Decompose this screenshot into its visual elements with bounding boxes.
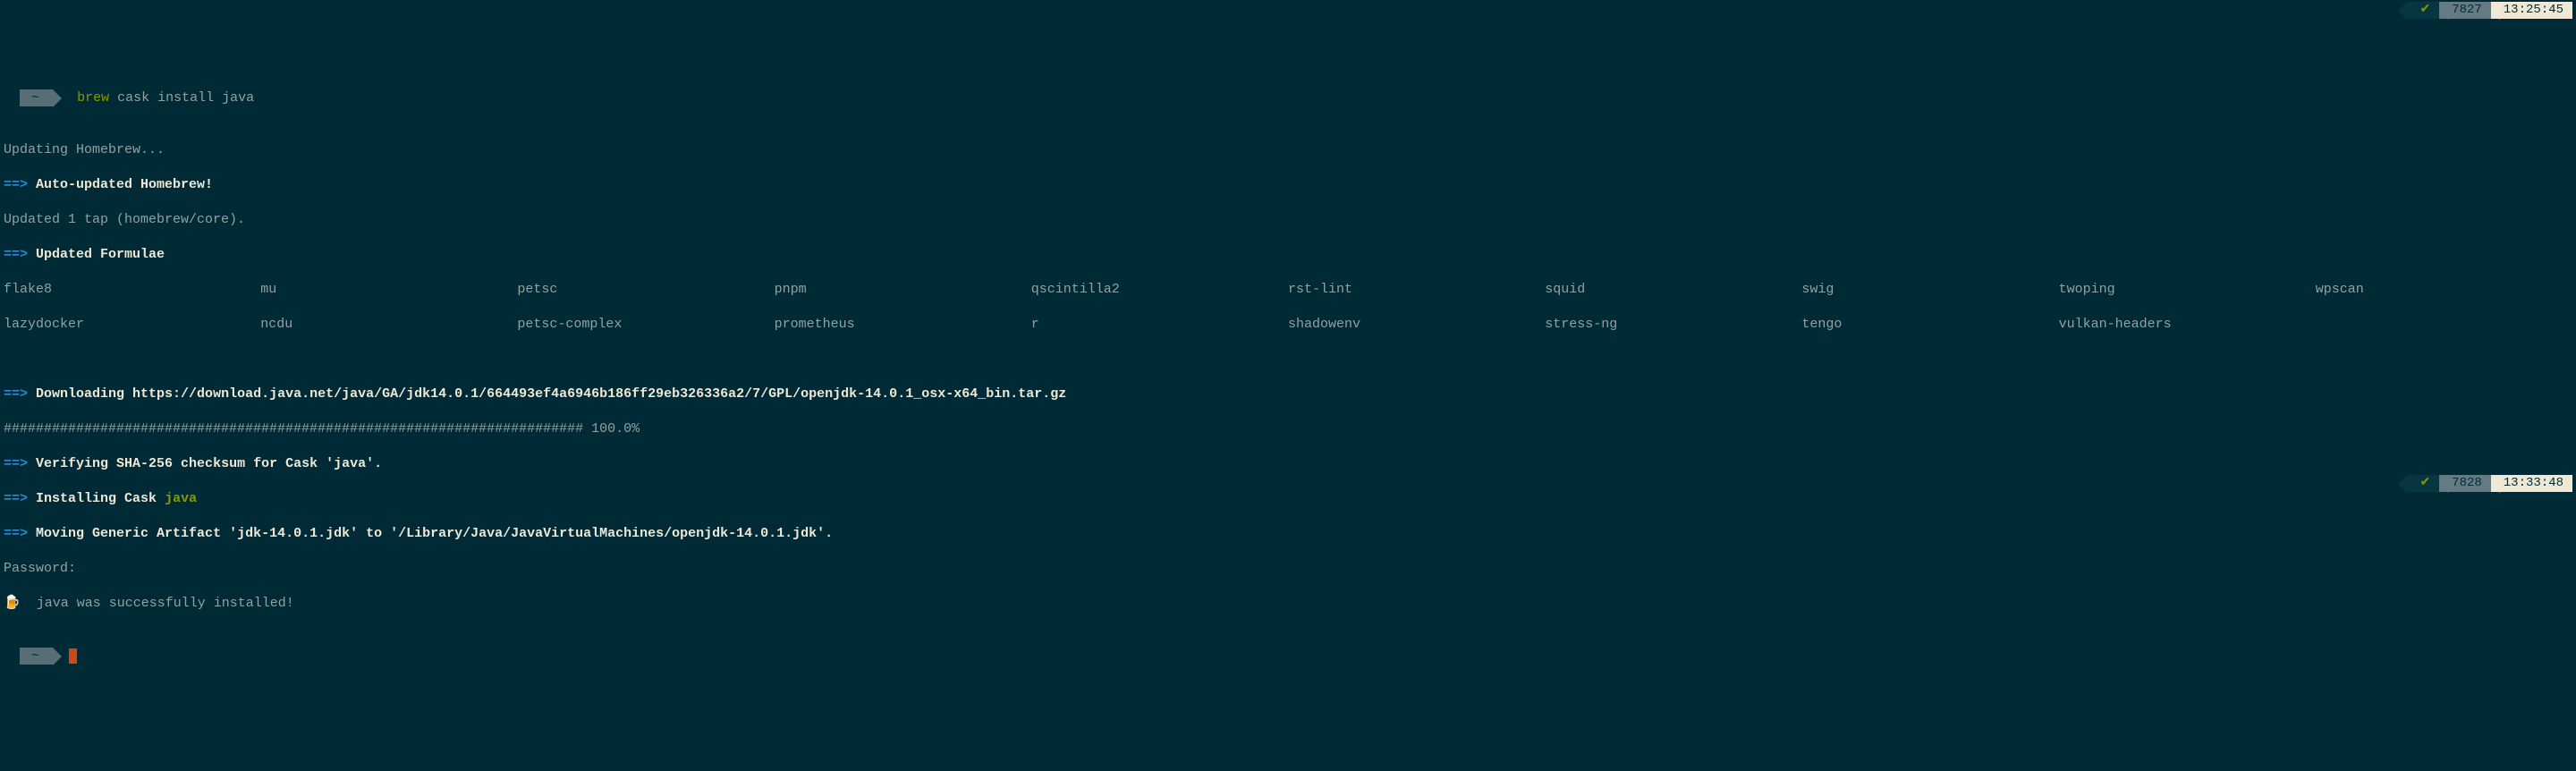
formulae-row: flake8 mu petsc pnpm qscintilla2 rst-lin… (4, 281, 2572, 299)
status-bar-top: ✔782713:25:45 (2407, 2, 2572, 19)
formula-name: ncdu (260, 316, 517, 334)
status-time: 13:33:48 (2491, 475, 2572, 492)
arrow-icon: ==> (4, 526, 28, 541)
formula-name: prometheus (775, 316, 1031, 334)
formula-name: rst-lint (1288, 281, 1545, 299)
output-line: ==> Auto-updated Homebrew! (4, 176, 2572, 194)
arrow-icon: ==> (4, 456, 28, 471)
status-check-icon: ✔ (2407, 475, 2439, 492)
status-time: 13:25:45 (2491, 2, 2572, 19)
password-prompt[interactable]: Password: (4, 560, 2572, 578)
output-line: ==> Moving Generic Artifact 'jdk-14.0.1.… (4, 525, 2572, 543)
formula-name: petsc (517, 281, 774, 299)
status-check-icon: ✔ (2407, 2, 2439, 19)
formula-name: lazydocker (4, 316, 260, 334)
formula-name: tengo (1801, 316, 2058, 334)
status-bar-bottom: ✔782813:33:48 (2407, 475, 2572, 492)
formula-name: twoping (2059, 281, 2316, 299)
arrow-icon: ==> (4, 386, 28, 402)
formula-name: petsc-complex (517, 316, 774, 334)
output-line: Updating Homebrew... (4, 141, 2572, 159)
status-history-num: 7828 (2439, 475, 2491, 492)
formula-name: flake8 (4, 281, 260, 299)
blank-line (4, 351, 2572, 369)
prompt-cwd: ~ (20, 89, 53, 107)
success-line: 🍺 java was successfully installed! (4, 595, 2572, 613)
formula-name: wpscan (2316, 281, 2572, 299)
formula-name: mu (260, 281, 517, 299)
formulae-row: lazydocker ncdu petsc-complex prometheus… (4, 316, 2572, 334)
formula-name: pnpm (775, 281, 1031, 299)
output-line: ==> Downloading https://download.java.ne… (4, 386, 2572, 403)
command-first-word: brew (77, 90, 109, 106)
formula-name: vulkan-headers (2059, 316, 2316, 334)
formula-name (2316, 316, 2572, 334)
output-line: ==> Verifying SHA-256 checksum for Cask … (4, 455, 2572, 473)
arrow-icon: ==> (4, 247, 28, 262)
prompt-cwd: ~ (20, 648, 53, 665)
formula-name: swig (1801, 281, 2058, 299)
output-line: Updated 1 tap (homebrew/core). (4, 211, 2572, 229)
beer-icon: 🍺 (4, 595, 21, 613)
progress-line: ########################################… (4, 420, 2572, 438)
output-line: ==> Updated Formulae (4, 246, 2572, 264)
formula-name: shadowenv (1288, 316, 1545, 334)
formula-name: stress-ng (1545, 316, 1801, 334)
prompt-line[interactable]: ~ brew cask install java ✔782713:25:45 (4, 72, 2572, 124)
arrow-icon: ==> (4, 177, 28, 192)
cursor (69, 648, 77, 664)
prompt-line-empty[interactable]: ~ ✔782813:33:48 (4, 630, 2572, 682)
output-line: ==> Installing Cask java (4, 490, 2572, 508)
status-history-num: 7827 (2439, 2, 2491, 19)
command-rest: cask install java (117, 90, 254, 106)
formula-name: qscintilla2 (1031, 281, 1288, 299)
formula-name: r (1031, 316, 1288, 334)
formula-name: squid (1545, 281, 1801, 299)
